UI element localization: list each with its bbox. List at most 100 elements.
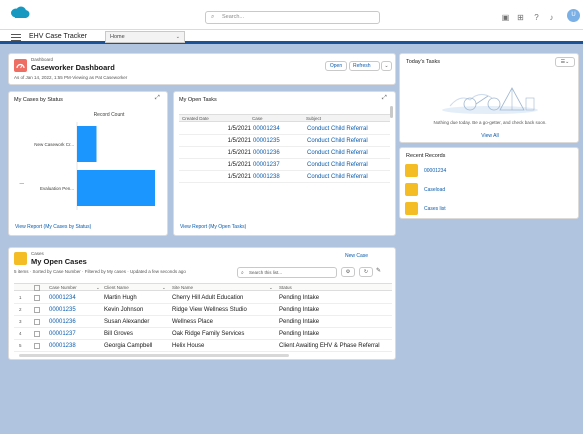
avatar[interactable]: U xyxy=(567,9,580,22)
tasks-col-created[interactable]: Created Date xyxy=(182,116,209,121)
task-created-date: 1/5/2021 xyxy=(227,162,251,168)
table-row: 1/5/2021 00001236 Conduct Child Referral xyxy=(179,147,390,159)
cases-col-client[interactable]: Client Name xyxy=(104,285,129,290)
site-name: Cherry Hill Adult Education xyxy=(172,295,244,301)
recent-records-card: Recent Records 00001234 Caseload Cases l… xyxy=(399,147,579,219)
table-row: 1/5/2021 00001237 Conduct Child Referral xyxy=(179,159,390,171)
case-number-link[interactable]: 00001237 xyxy=(49,331,76,337)
client-name: Susan Alexander xyxy=(104,319,150,325)
table-row: 1 00001234 Martin Hugh Cherry Hill Adult… xyxy=(14,292,392,304)
row-number: 1 xyxy=(19,295,22,300)
table-row: 3 00001236 Susan Alexander Wellness Plac… xyxy=(14,316,392,328)
case-record-icon xyxy=(405,164,418,177)
expand-icon[interactable]: ⤢ xyxy=(382,95,387,102)
tasks-report-link[interactable]: View Report (My Open Tasks) xyxy=(180,224,246,230)
chart-bar[interactable] xyxy=(77,170,155,206)
cases-col-status[interactable]: Status xyxy=(279,285,292,290)
case-number-link[interactable]: 00001234 xyxy=(49,295,76,301)
task-case-link[interactable]: 00001234 xyxy=(253,126,280,132)
task-case-link[interactable]: 00001235 xyxy=(253,138,280,144)
help-icon[interactable]: ? xyxy=(531,12,542,23)
table-row: 4 00001237 Bill Groves Oak Ridge Family … xyxy=(14,328,392,340)
cases-col-number[interactable]: Case Number xyxy=(49,285,77,290)
add-icon[interactable]: ⊞ xyxy=(515,12,526,23)
chevron-down-icon[interactable]: ⌄ xyxy=(96,285,100,291)
open-button[interactable]: Open xyxy=(325,61,347,71)
salesforce-cloud-logo[interactable] xyxy=(10,6,30,19)
row-checkbox[interactable] xyxy=(34,319,40,325)
todays-tasks-empty-text: Nothing due today. Be a go-getter, and c… xyxy=(433,120,547,125)
task-case-link[interactable]: 00001237 xyxy=(253,162,280,168)
task-created-date: 1/5/2021 xyxy=(227,138,251,144)
row-number: 5 xyxy=(19,343,22,348)
case-number-link[interactable]: 00001238 xyxy=(49,343,76,349)
select-all-checkbox[interactable] xyxy=(34,285,40,291)
task-case-link[interactable]: 00001236 xyxy=(253,150,280,156)
task-created-date: 1/5/2021 xyxy=(227,126,251,132)
refresh-button[interactable]: Refresh xyxy=(349,61,380,71)
recent-records-title: Recent Records xyxy=(406,153,446,159)
horizontal-scrollbar[interactable] xyxy=(19,354,289,357)
cases-col-site[interactable]: Site Name xyxy=(172,285,193,290)
todays-tasks-title: Today's Tasks xyxy=(406,59,440,65)
nav-bar: EHV Case Tracker Home ⌄ xyxy=(0,30,583,44)
recent-record-link[interactable]: 00001234 xyxy=(424,168,446,174)
dashboard-type-label: Dashboard xyxy=(31,57,54,62)
task-subject-link[interactable]: Conduct Child Referral xyxy=(307,138,368,144)
task-created-date: 1/5/2021 xyxy=(227,150,251,156)
row-checkbox[interactable] xyxy=(34,295,40,301)
settings-gear-icon[interactable]: ⚙ xyxy=(341,267,355,277)
chart-bar[interactable] xyxy=(77,126,97,162)
client-name: Georgia Campbell xyxy=(104,343,153,349)
open-cases-card: Cases My Open Cases 5 items · Sorted by … xyxy=(8,247,396,360)
chevron-down-icon[interactable]: ⌄ xyxy=(381,61,392,71)
chevron-down-icon[interactable]: ⌄ xyxy=(176,34,180,40)
row-checkbox[interactable] xyxy=(34,307,40,313)
chevron-down-icon[interactable]: ⌄ xyxy=(269,285,273,291)
task-subject-link[interactable]: Conduct Child Referral xyxy=(307,174,368,180)
global-search-input[interactable]: ⌕ Search... xyxy=(205,11,380,24)
notifications-icon[interactable]: ♪ xyxy=(546,12,557,23)
refresh-icon[interactable]: ↻ xyxy=(359,267,373,277)
table-row: 1/5/2021 00001235 Conduct Child Referral xyxy=(179,135,390,147)
tasks-col-case[interactable]: Case xyxy=(252,116,263,121)
client-name: Bill Groves xyxy=(104,331,134,337)
dashboard-subtitle: As of Jan 14, 2022, 1:55 PM·Viewing as P… xyxy=(14,75,128,80)
row-checkbox[interactable] xyxy=(34,331,40,337)
recent-record-link[interactable]: Caseload xyxy=(424,187,445,193)
app-launcher-icon[interactable] xyxy=(11,32,21,41)
view-all-link[interactable]: View All xyxy=(400,133,580,139)
todays-tasks-card: Today's Tasks ☰⌄ Nothing due today. Be a… xyxy=(399,53,579,143)
task-subject-link[interactable]: Conduct Child Referral xyxy=(307,162,368,168)
new-case-button[interactable]: New Case xyxy=(345,253,368,259)
task-subject-link[interactable]: Conduct Child Referral xyxy=(307,126,368,132)
tasks-scrollbar[interactable] xyxy=(390,106,393,118)
recent-record-link[interactable]: Cases list xyxy=(424,206,446,212)
list-view-icon xyxy=(405,183,418,196)
cases-icon xyxy=(14,252,27,265)
row-checkbox[interactable] xyxy=(34,343,40,349)
todays-tasks-menu-button[interactable]: ☰⌄ xyxy=(555,57,575,67)
nav-item-home[interactable]: Home ⌄ xyxy=(105,31,185,43)
case-status: Pending Intake xyxy=(279,295,320,301)
edit-icon[interactable]: ✎ xyxy=(376,267,388,277)
list-search-input[interactable]: ⌕ Search this list... xyxy=(237,267,337,278)
search-icon: ⌕ xyxy=(241,270,244,276)
dashboard-title: Caseworker Dashboard xyxy=(31,63,115,72)
empty-state-illustration xyxy=(442,87,538,114)
task-subject-link[interactable]: Conduct Child Referral xyxy=(307,150,368,156)
chevron-down-icon[interactable]: ⌄ xyxy=(162,285,166,291)
case-number-link[interactable]: 00001236 xyxy=(49,319,76,325)
task-created-date: 1/5/2021 xyxy=(227,174,251,180)
favorites-icon[interactable]: ▣ xyxy=(500,12,511,23)
dashboard-icon xyxy=(14,59,27,72)
tasks-card: My Open Tasks ⤢ Created Date Case Subjec… xyxy=(173,91,396,236)
expand-icon[interactable]: ⤢ xyxy=(155,95,160,102)
case-number-link[interactable]: 00001235 xyxy=(49,307,76,313)
chart-report-link[interactable]: View Report (My Cases by Status) xyxy=(15,224,91,230)
site-name: Helix House xyxy=(172,343,205,349)
task-case-link[interactable]: 00001238 xyxy=(253,174,280,180)
tasks-col-subject[interactable]: Subject xyxy=(306,116,321,121)
global-header: ⌕ Search... ▣ ⊞ ? ♪ U xyxy=(0,0,583,30)
site-name: Oak Ridge Family Services xyxy=(172,331,245,337)
